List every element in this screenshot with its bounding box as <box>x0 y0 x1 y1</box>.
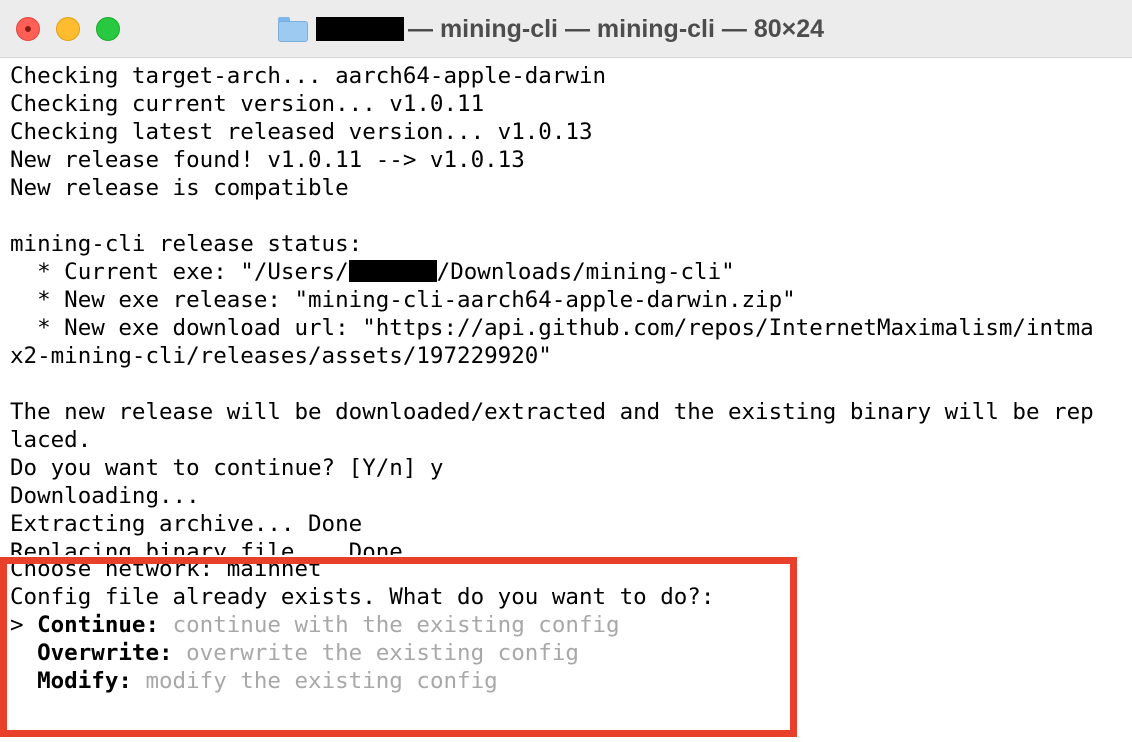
zoom-button[interactable] <box>96 17 120 41</box>
close-button[interactable] <box>16 17 40 41</box>
output-line: * New exe release: "mining-cli-aarch64-a… <box>10 287 796 313</box>
terminal-output[interactable]: Checking target-arch... aarch64-apple-da… <box>10 62 1132 695</box>
title-bar[interactable]: — mining-cli — mining-cli — 80×24 <box>0 0 1132 58</box>
output-line: * New exe download url: "https://api.git… <box>10 315 1094 341</box>
output-line: Do you want to continue? [Y/n] y <box>10 455 444 481</box>
output-line: New release found! v1.0.11 --> v1.0.13 <box>10 147 525 173</box>
output-line: mining-cli release status: <box>10 231 363 257</box>
window-title: — mining-cli — mining-cli — 80×24 <box>278 13 824 45</box>
network-line: Choose network: mainnet <box>10 555 1132 583</box>
option-description: modify the existing config <box>145 668 498 694</box>
option-description: continue with the existing config <box>172 612 620 638</box>
output-line: Replacing binary file... Done <box>10 539 403 555</box>
output-line: Extracting archive... Done <box>10 511 363 537</box>
option-label: Modify: <box>37 668 132 694</box>
window-title-text: — mining-cli — mining-cli — 80×24 <box>408 14 825 43</box>
redacted-username <box>316 17 404 41</box>
current-exe-prefix: * Current exe: "/Users/ <box>10 259 349 285</box>
menu-option-overwrite[interactable]: Overwrite: overwrite the existing config <box>10 639 1132 667</box>
prompt-line: Config file already exists. What do you … <box>10 584 715 610</box>
output-line: * Current exe: "/Users/ /Downloads/mining… <box>10 258 1132 286</box>
output-line: New release is compatible <box>10 175 349 201</box>
option-label: Overwrite: <box>37 640 173 666</box>
menu-option-modify[interactable]: Modify: modify the existing config <box>10 667 1132 695</box>
folder-icon <box>278 16 308 42</box>
output-line: Checking current version... v1.0.11 <box>10 91 485 117</box>
output-line: Checking target-arch... aarch64-apple-da… <box>10 63 607 89</box>
terminal-window: — mining-cli — mining-cli — 80×24 Checki… <box>0 0 1132 742</box>
redacted-username <box>348 260 437 282</box>
current-exe-suffix: /Downloads/mining-cli" <box>436 259 735 285</box>
menu-option-continue[interactable]: > Continue: continue with the existing c… <box>10 611 1132 639</box>
minimize-button[interactable] <box>56 17 80 41</box>
output-line: laced. <box>10 427 92 453</box>
output-line: x2-mining-cli/releases/assets/197229920" <box>10 343 552 369</box>
output-line: Downloading... <box>10 483 200 509</box>
output-line: Checking latest released version... v1.0… <box>10 119 593 145</box>
selection-cursor: > <box>10 612 38 638</box>
output-line: The new release will be downloaded/extra… <box>10 399 1094 425</box>
option-label: Continue: <box>37 612 160 638</box>
option-description: overwrite the existing config <box>186 640 579 666</box>
